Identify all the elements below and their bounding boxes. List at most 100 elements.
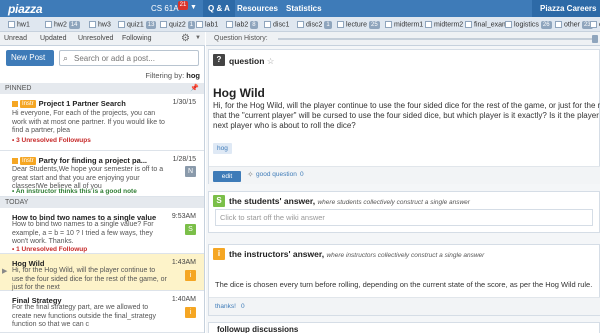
page-title: Hog Wild xyxy=(213,86,265,100)
post-title: Instr Party for finding a project pa... xyxy=(12,156,162,166)
list-item-selected[interactable]: ▶ Hog Wild 1:43AM i Hi, for the Hog Wild… xyxy=(0,254,204,291)
pin-marker-icon xyxy=(12,101,18,108)
group-pinned[interactable]: PINNED 📌 xyxy=(0,83,204,94)
edit-button[interactable]: edit xyxy=(213,171,241,182)
group-today[interactable]: TODAY xyxy=(0,197,204,208)
list-item[interactable]: Instr Party for finding a project pa... 1… xyxy=(0,151,204,197)
post-snippet: Hi, for the Hog Wild, will the player co… xyxy=(12,267,167,291)
folder-quiz1[interactable]: quiz1 13 xyxy=(118,20,157,30)
post-snippet: How to bind two names to a single value?… xyxy=(12,221,154,245)
new-post-label: New Post xyxy=(11,53,46,62)
feed-filter-bar: Unread Updated Unresolved Following ⚙ ▼ xyxy=(0,32,205,46)
folder-tag-hog[interactable]: hog xyxy=(213,143,232,154)
folder-count: 14 xyxy=(68,20,80,29)
new-post-button[interactable]: New Post xyxy=(6,50,54,66)
post-title: Instr Project 1 Partner Search xyxy=(12,99,162,109)
checkbox-icon xyxy=(118,21,125,29)
checkbox-icon xyxy=(337,21,344,29)
instructors-answer-header: the instructors' answer, where instructo… xyxy=(229,249,485,259)
checkbox-icon xyxy=(590,21,597,29)
instructors-answer-actions: thanks! 0 xyxy=(209,297,600,315)
question-actions: edit ✧ good question 0 xyxy=(209,166,600,184)
folder-bar: hw1 hw2 14 hw3 quiz1 13 quiz2 1 lab1 lab2 8 … xyxy=(0,17,600,32)
tab-statistics[interactable]: Statistics xyxy=(286,4,322,13)
course-selector[interactable]: CS 61A xyxy=(151,4,179,13)
star-icon: ✧ xyxy=(247,170,254,179)
gear-icon[interactable]: ⚙ xyxy=(181,33,190,44)
note-tag-icon: N xyxy=(185,166,196,177)
folder-disc1[interactable]: disc1 xyxy=(264,20,289,30)
filtering-value: hog xyxy=(186,71,200,80)
checkbox-icon xyxy=(226,21,233,29)
folder-hw1[interactable]: hw1 xyxy=(8,20,30,30)
filtering-indicator: Filtering by: hog xyxy=(0,71,200,80)
folder-count: 26 xyxy=(540,20,552,29)
chevron-down-icon[interactable]: ▼ xyxy=(195,35,201,41)
pin-marker-icon xyxy=(12,158,18,165)
selected-arrow-icon: ▶ xyxy=(2,268,8,275)
folder-count: 13 xyxy=(145,20,157,29)
piazza-logo[interactable]: piazza xyxy=(8,2,43,16)
search-input[interactable] xyxy=(74,53,196,64)
folder-lab1[interactable]: lab1 xyxy=(196,20,218,30)
folder-lab2[interactable]: lab2 8 xyxy=(226,20,258,30)
post-date: 1:43AM xyxy=(171,259,196,266)
checkbox-icon xyxy=(465,21,472,29)
folder-other[interactable]: other 23 xyxy=(555,20,593,30)
wiki-answer-field[interactable]: Click to start off the wiki answer xyxy=(215,209,593,226)
folder-count: 1 xyxy=(187,20,196,29)
list-item[interactable]: Instr Project 1 Partner Search 1/30/15 Hi… xyxy=(0,94,204,151)
checkbox-icon xyxy=(196,21,203,29)
post-note: • An instructor thinks this is a good no… xyxy=(12,188,137,195)
piazza-careers-button[interactable]: Piazza Careers xyxy=(532,0,600,17)
question-icon: ? xyxy=(213,54,225,66)
history-label: Question History: xyxy=(214,35,268,42)
filter-unread[interactable]: Unread xyxy=(4,35,27,42)
thanks-button[interactable]: thanks! xyxy=(215,303,236,310)
checkbox-icon xyxy=(89,21,96,29)
folder-lecture[interactable]: lecture 25 xyxy=(337,20,380,30)
checkbox-icon xyxy=(45,21,52,29)
good-question-button[interactable]: good question xyxy=(256,171,297,178)
folder-ok[interactable]: ok xyxy=(590,20,600,30)
filter-updated[interactable]: Updated xyxy=(40,35,66,42)
folder-hw3[interactable]: hw3 xyxy=(89,20,111,30)
checkbox-icon xyxy=(160,21,167,29)
students-answer-card: S the students' answer, where students c… xyxy=(208,191,600,233)
post-date: 1:40AM xyxy=(171,296,196,303)
filter-following[interactable]: Following xyxy=(122,35,152,42)
top-navbar: piazza CS 61A 21 ▼ Q & A Resources Stati… xyxy=(0,0,600,17)
folder-final-exam[interactable]: final_exam xyxy=(465,20,508,30)
history-slider-handle[interactable] xyxy=(592,35,598,43)
group-pinned-label: PINNED xyxy=(5,85,32,92)
post-date: 1/28/15 xyxy=(172,156,196,163)
filter-unresolved[interactable]: Unresolved xyxy=(78,35,113,42)
checkbox-icon xyxy=(425,21,432,29)
folder-logistics[interactable]: logistics 26 xyxy=(505,20,552,30)
folder-disc2[interactable]: disc2 1 xyxy=(297,20,332,30)
checkbox-icon xyxy=(555,21,562,29)
post-note: • 3 Unresolved Followups xyxy=(12,137,91,144)
search-box[interactable]: ⌕ xyxy=(59,50,199,66)
folder-hw2[interactable]: hw2 14 xyxy=(45,20,80,30)
checkbox-icon xyxy=(385,21,392,29)
filtering-label: Filtering by: xyxy=(145,71,185,80)
tab-qa[interactable]: Q & A xyxy=(203,0,235,17)
checkbox-icon xyxy=(505,21,512,29)
list-item[interactable]: How to bind two names to a single value … xyxy=(0,208,204,254)
list-item[interactable]: Final Strategy 1:40AM i For the final st… xyxy=(0,291,204,333)
history-slider-track[interactable] xyxy=(278,38,596,40)
folder-midterm2[interactable]: midterm2 xyxy=(425,20,463,30)
post-content: ? question ☆ Hog Wild Hi, for the Hog Wi… xyxy=(206,46,600,333)
careers-label: Piazza Careers xyxy=(540,4,597,13)
checkbox-icon xyxy=(297,21,304,29)
folder-midterm1[interactable]: midterm1 xyxy=(385,20,423,30)
thanks-count: 0 xyxy=(241,303,245,310)
group-today-label: TODAY xyxy=(5,199,29,206)
post-snippet: For the final strategy part, are we allo… xyxy=(12,304,156,328)
instructor-badge: Instr xyxy=(20,157,36,166)
folder-quiz2[interactable]: quiz2 1 xyxy=(160,20,196,30)
instructor-answer-tag: i xyxy=(185,307,196,318)
chevron-down-icon[interactable]: ▼ xyxy=(190,4,197,11)
tab-resources[interactable]: Resources xyxy=(237,4,278,13)
